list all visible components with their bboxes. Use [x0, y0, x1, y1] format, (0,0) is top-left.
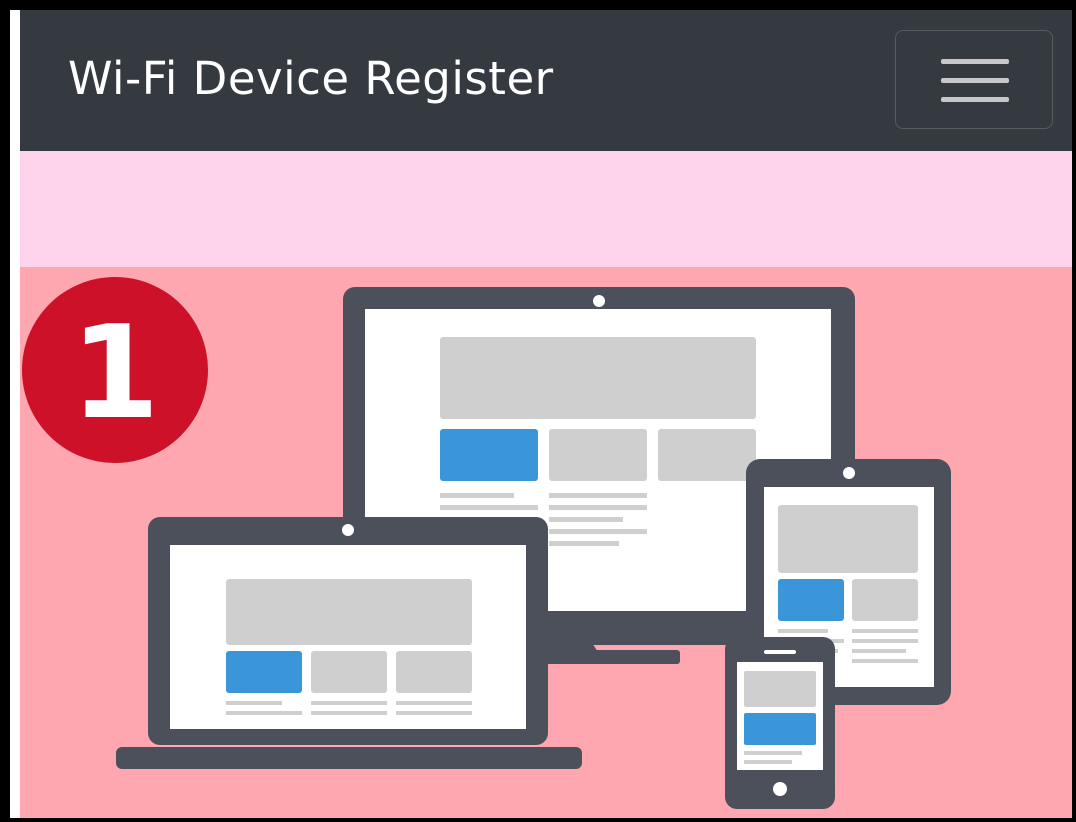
smartphone-icon — [725, 637, 835, 809]
alert-banner — [20, 151, 1072, 267]
multi-device-illustration: 1 — [22, 277, 951, 809]
navbar: Wi-Fi Device Register — [20, 10, 1072, 151]
step-number: 1 — [70, 299, 159, 448]
app-frame: Wi-Fi Device Register 1 — [10, 10, 1072, 818]
navbar-brand[interactable]: Wi-Fi Device Register — [68, 52, 554, 105]
hero-illustration-panel: 1 — [20, 267, 1072, 818]
menu-toggle-button[interactable] — [895, 30, 1053, 129]
step-number-badge: 1 — [22, 277, 208, 463]
laptop-icon — [116, 517, 582, 769]
